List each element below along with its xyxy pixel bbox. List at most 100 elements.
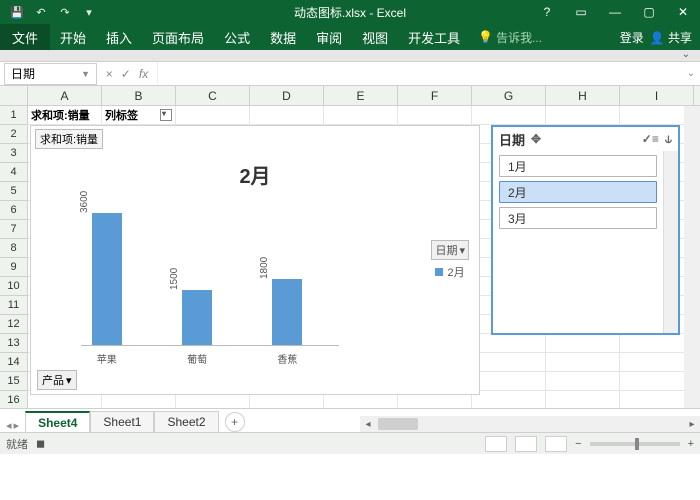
macro-record-icon[interactable]: ◼ xyxy=(36,437,45,450)
column-header[interactable]: H xyxy=(546,86,620,106)
qat-customize-icon[interactable]: ▾ xyxy=(78,2,100,22)
tab-insert[interactable]: 插入 xyxy=(96,24,142,50)
sheet-tab[interactable]: Sheet4 xyxy=(25,411,90,433)
redo-icon[interactable]: ↷ xyxy=(54,2,76,22)
tab-developer[interactable]: 开发工具 xyxy=(398,24,470,50)
scroll-thumb[interactable] xyxy=(378,418,418,430)
row-header[interactable]: 12 xyxy=(0,315,28,334)
cell[interactable] xyxy=(472,353,546,372)
chart-legend[interactable]: 日期▾ 2月 xyxy=(431,240,469,280)
row-header[interactable]: 2 xyxy=(0,125,28,144)
chart-bar[interactable]: 3600 xyxy=(92,213,122,345)
cell[interactable] xyxy=(176,106,250,125)
minimize-button[interactable]: — xyxy=(598,0,632,24)
select-all-button[interactable] xyxy=(0,86,28,106)
tab-review[interactable]: 审阅 xyxy=(306,24,352,50)
horizontal-scrollbar[interactable]: ◂ ▸ xyxy=(360,416,700,432)
undo-icon[interactable]: ↶ xyxy=(30,2,52,22)
sheet-tab[interactable]: Sheet2 xyxy=(154,411,218,433)
cell[interactable] xyxy=(620,334,694,353)
name-box-dropdown-icon[interactable]: ▼ xyxy=(81,69,90,79)
scroll-left-icon[interactable]: ◂ xyxy=(360,416,376,432)
cell[interactable]: 求和项:销量 xyxy=(28,106,102,125)
close-button[interactable]: ✕ xyxy=(666,0,700,24)
cell[interactable] xyxy=(546,372,620,391)
cell[interactable] xyxy=(398,106,472,125)
cell[interactable] xyxy=(472,372,546,391)
ribbon-options-icon[interactable]: ▭ xyxy=(564,0,598,24)
row-header[interactable]: 6 xyxy=(0,201,28,220)
tab-home[interactable]: 开始 xyxy=(50,24,96,50)
view-page-layout-button[interactable] xyxy=(515,436,537,452)
cell[interactable]: 列标签 xyxy=(102,106,176,125)
column-header[interactable]: E xyxy=(324,86,398,106)
zoom-in-button[interactable]: + xyxy=(688,438,694,450)
chart-bar[interactable]: 1800 xyxy=(272,279,302,345)
maximize-button[interactable]: ▢ xyxy=(632,0,666,24)
cell[interactable] xyxy=(546,106,620,125)
tab-view[interactable]: 视图 xyxy=(352,24,398,50)
slicer-header[interactable]: 日期 ✥ ✓≡ ⫝ xyxy=(493,127,678,151)
view-normal-button[interactable] xyxy=(485,436,507,452)
row-header[interactable]: 8 xyxy=(0,239,28,258)
chart-bar[interactable]: 1500 xyxy=(182,290,212,345)
chart-value-field-label[interactable]: 求和项:销量 xyxy=(35,129,103,149)
chart-title[interactable]: 2月 xyxy=(31,160,479,189)
row-header[interactable]: 13 xyxy=(0,334,28,353)
column-header[interactable]: J xyxy=(694,86,700,106)
cell[interactable] xyxy=(620,353,694,372)
row-header[interactable]: 1 xyxy=(0,106,28,125)
login-link[interactable]: 登录 xyxy=(620,29,644,46)
chart-plot-area[interactable]: 3600苹果1500葡萄1800香蕉 xyxy=(81,198,339,346)
column-header[interactable]: I xyxy=(620,86,694,106)
share-button[interactable]: 👤 共享 xyxy=(650,29,692,46)
formula-input[interactable] xyxy=(157,62,682,85)
zoom-out-button[interactable]: − xyxy=(575,438,581,450)
sheet-nav-next-icon[interactable]: ▸ xyxy=(14,419,20,432)
tab-page-layout[interactable]: 页面布局 xyxy=(142,24,214,50)
row-header[interactable]: 7 xyxy=(0,220,28,239)
cell[interactable] xyxy=(620,372,694,391)
cell[interactable] xyxy=(472,106,546,125)
sheet-tab[interactable]: Sheet1 xyxy=(90,411,154,433)
column-header[interactable]: F xyxy=(398,86,472,106)
view-page-break-button[interactable] xyxy=(545,436,567,452)
cell[interactable] xyxy=(250,106,324,125)
tab-formulas[interactable]: 公式 xyxy=(214,24,260,50)
name-box[interactable]: 日期 ▼ xyxy=(4,63,97,85)
expand-ribbon-icon[interactable]: ⌄ xyxy=(682,49,690,60)
legend-field-button[interactable]: 日期▾ xyxy=(431,240,469,260)
column-header[interactable]: B xyxy=(102,86,176,106)
column-header[interactable]: C xyxy=(176,86,250,106)
axis-field-button[interactable]: 产品▾ xyxy=(37,370,77,390)
filter-icon[interactable] xyxy=(160,109,172,121)
cancel-formula-icon[interactable]: × xyxy=(106,67,113,81)
slicer-item[interactable]: 1月 xyxy=(499,155,657,177)
new-sheet-button[interactable]: + xyxy=(225,412,245,432)
fx-icon[interactable]: fx xyxy=(139,67,148,81)
enter-formula-icon[interactable]: ✓ xyxy=(121,67,131,81)
row-header[interactable]: 15 xyxy=(0,372,28,391)
row-header[interactable]: 5 xyxy=(0,182,28,201)
row-header[interactable]: 11 xyxy=(0,296,28,315)
tell-me[interactable]: 💡 告诉我... xyxy=(470,29,550,46)
help-icon[interactable]: ? xyxy=(530,0,564,24)
cell[interactable] xyxy=(546,334,620,353)
tab-file[interactable]: 文件 xyxy=(0,24,50,50)
move-icon[interactable]: ✥ xyxy=(531,132,541,146)
save-icon[interactable]: 💾 xyxy=(6,2,28,22)
row-header[interactable]: 10 xyxy=(0,277,28,296)
slicer-scrollbar[interactable] xyxy=(663,151,678,333)
column-header[interactable]: A xyxy=(28,86,102,106)
multi-select-icon[interactable]: ✓≡ xyxy=(642,132,659,146)
cell[interactable] xyxy=(546,353,620,372)
row-header[interactable]: 9 xyxy=(0,258,28,277)
clear-filter-icon[interactable]: ⫝ xyxy=(665,132,672,147)
cell[interactable] xyxy=(620,106,694,125)
slicer[interactable]: 日期 ✥ ✓≡ ⫝ 1月2月3月 xyxy=(491,125,680,335)
zoom-slider[interactable] xyxy=(590,442,680,446)
row-header[interactable]: 3 xyxy=(0,144,28,163)
sheet-nav-prev-icon[interactable]: ◂ xyxy=(6,419,12,432)
pivot-chart[interactable]: 求和项:销量 2月 3600苹果1500葡萄1800香蕉 日期▾ 2月 产品▾ xyxy=(30,125,480,395)
scroll-right-icon[interactable]: ▸ xyxy=(684,416,700,432)
